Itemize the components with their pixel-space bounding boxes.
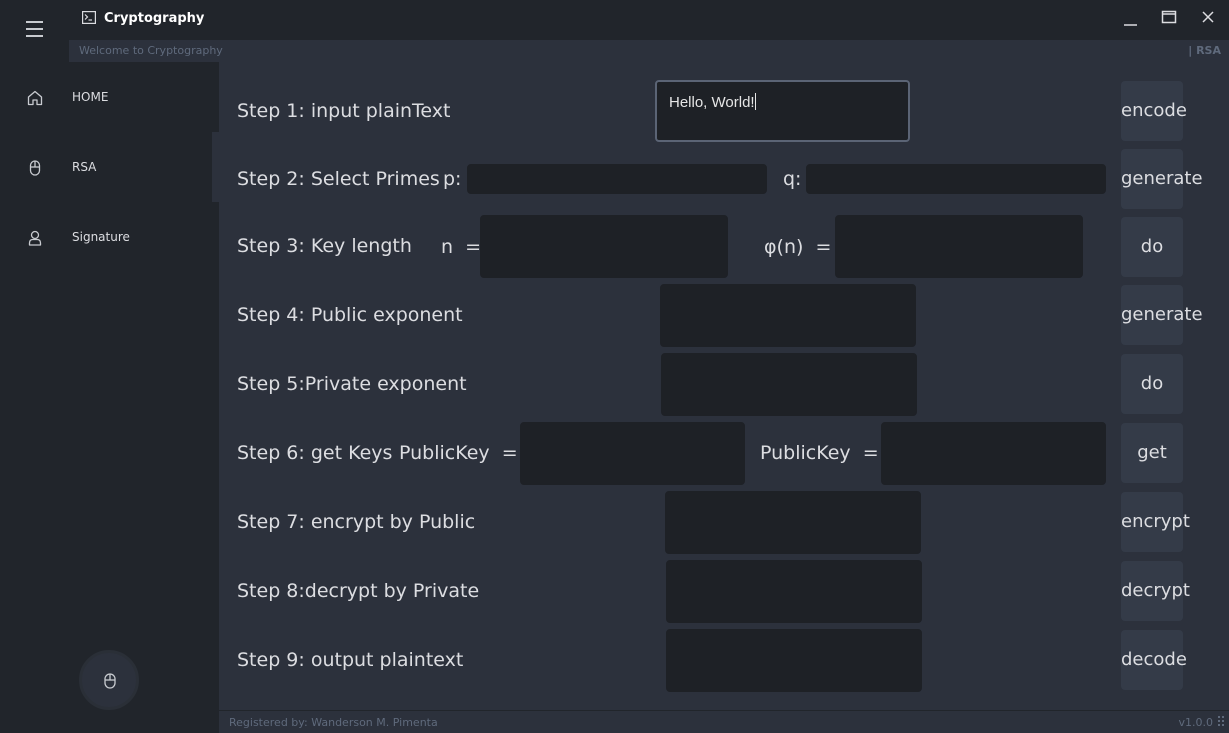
generate-exponent-button[interactable]: generate <box>1121 285 1203 345</box>
private-key-label: PublicKey = <box>760 442 879 464</box>
status-bar: Registered by: Wanderson M. Pimenta v1.0… <box>219 711 1229 733</box>
mouse-icon <box>29 160 41 176</box>
step7-label: Step 7: encrypt by Public <box>237 511 476 533</box>
top-info-bar: Welcome to Cryptography | RSA <box>69 40 1229 62</box>
q-label: q: <box>783 168 802 190</box>
n-label: n = <box>441 236 482 258</box>
step6-label: Step 6: get Keys <box>237 442 393 464</box>
get-keys-button[interactable]: get <box>1121 423 1183 483</box>
private-exponent-input[interactable] <box>661 353 917 416</box>
version-text: v1.0.0 <box>1178 716 1214 729</box>
hamburger-icon <box>26 21 43 23</box>
phi-input[interactable] <box>835 215 1083 278</box>
menu-toggle-button[interactable] <box>0 0 69 58</box>
prime-p-input[interactable] <box>467 164 767 194</box>
prime-q-input[interactable] <box>806 164 1106 194</box>
step2-label: Step 2: Select Primes <box>237 168 440 190</box>
mouse-icon <box>104 673 116 689</box>
compute-n-button[interactable]: do <box>1121 217 1183 277</box>
minimize-button[interactable] <box>1111 0 1151 36</box>
encode-button[interactable]: encode <box>1121 81 1187 141</box>
n-input[interactable] <box>480 215 728 278</box>
sidebar-item-label: HOME <box>72 90 109 104</box>
app-title: Cryptography <box>104 11 205 26</box>
public-key-input[interactable] <box>520 422 745 485</box>
step3-label: Step 3: Key length <box>237 235 412 257</box>
hamburger-icon-line <box>26 35 43 37</box>
output-plaintext-input[interactable] <box>666 629 922 692</box>
encrypt-button[interactable]: encrypt <box>1121 492 1190 552</box>
maximize-button[interactable] <box>1149 0 1189 36</box>
terminal-icon <box>82 11 96 24</box>
step8-label: Step 8:decrypt by Private <box>237 580 480 602</box>
rsa-page: Step 1: input plainText Hello, World! en… <box>219 62 1229 710</box>
generate-primes-button[interactable]: generate <box>1121 149 1203 209</box>
minimize-icon <box>1124 24 1137 26</box>
sidebar-item-label: RSA <box>72 160 97 174</box>
sidebar-item-home[interactable]: HOME <box>0 62 219 132</box>
step5-label: Step 5:Private exponent <box>237 373 467 395</box>
close-button[interactable] <box>1189 0 1229 36</box>
plaintext-value: Hello, World! <box>669 94 755 111</box>
user-icon <box>28 230 42 246</box>
close-icon <box>1202 11 1214 23</box>
p-label: p: <box>443 168 462 190</box>
credits-text: Registered by: Wanderson M. Pimenta <box>229 716 438 729</box>
settings-toggle-button[interactable] <box>79 650 139 710</box>
hamburger-icon-line <box>26 28 43 30</box>
public-key-label: PublicKey = <box>399 442 518 464</box>
sidebar-item-signature[interactable]: Signature <box>0 202 219 272</box>
decrypted-input[interactable] <box>666 560 922 623</box>
decrypt-button[interactable]: decrypt <box>1121 561 1190 621</box>
public-exponent-input[interactable] <box>660 284 916 347</box>
step4-label: Step 4: Public exponent <box>237 304 463 326</box>
step1-label: Step 1: input plainText <box>237 100 451 122</box>
step9-label: Step 9: output plaintext <box>237 649 464 671</box>
page-indicator: | RSA <box>1188 44 1221 57</box>
text-caret <box>754 93 756 110</box>
plaintext-input[interactable]: Hello, World! <box>655 80 910 142</box>
compute-private-button[interactable]: do <box>1121 354 1183 414</box>
welcome-text: Welcome to Cryptography <box>79 44 223 57</box>
ciphertext-input[interactable] <box>665 491 921 554</box>
sidebar-item-rsa[interactable]: RSA <box>0 132 219 202</box>
sidebar-item-label: Signature <box>72 230 130 244</box>
resize-grip-icon[interactable] <box>1217 715 1227 729</box>
decode-button[interactable]: decode <box>1121 630 1187 690</box>
private-key-input[interactable] <box>881 422 1106 485</box>
sidebar: HOME RSA Signature <box>0 0 219 733</box>
phi-label: φ(n) = <box>764 236 832 258</box>
maximize-icon <box>1161 10 1177 24</box>
home-icon <box>27 90 43 106</box>
title-bar: Cryptography <box>69 0 1229 39</box>
